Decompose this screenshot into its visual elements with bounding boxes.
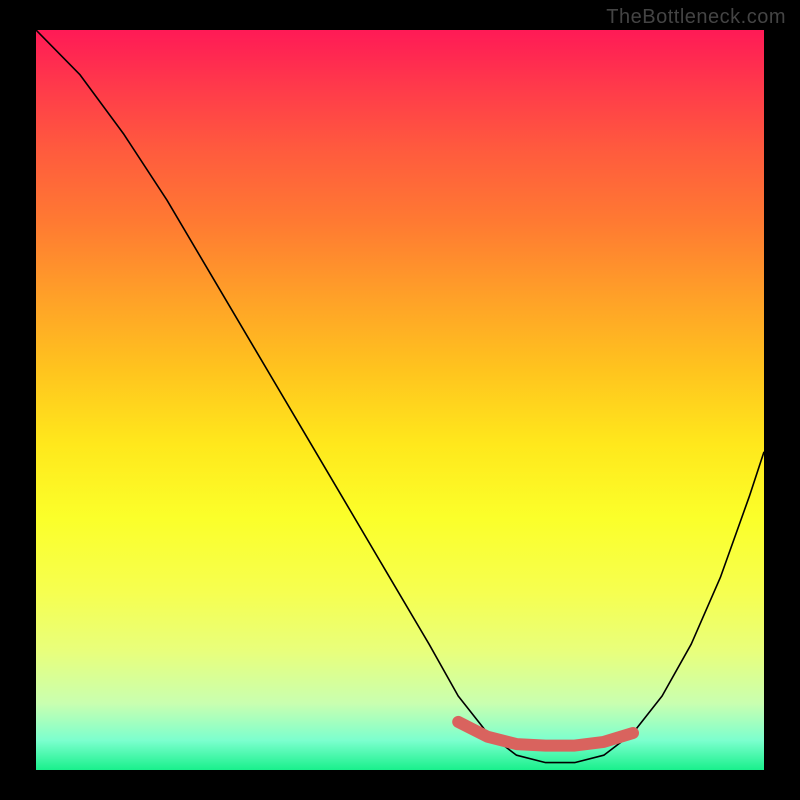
chart-frame: TheBottleneck.com	[0, 0, 800, 800]
chart-svg	[36, 30, 764, 770]
plot-area	[36, 30, 764, 770]
optimal-range-highlight	[458, 722, 633, 746]
attribution-label: TheBottleneck.com	[606, 6, 786, 29]
bottleneck-curve	[36, 30, 764, 763]
